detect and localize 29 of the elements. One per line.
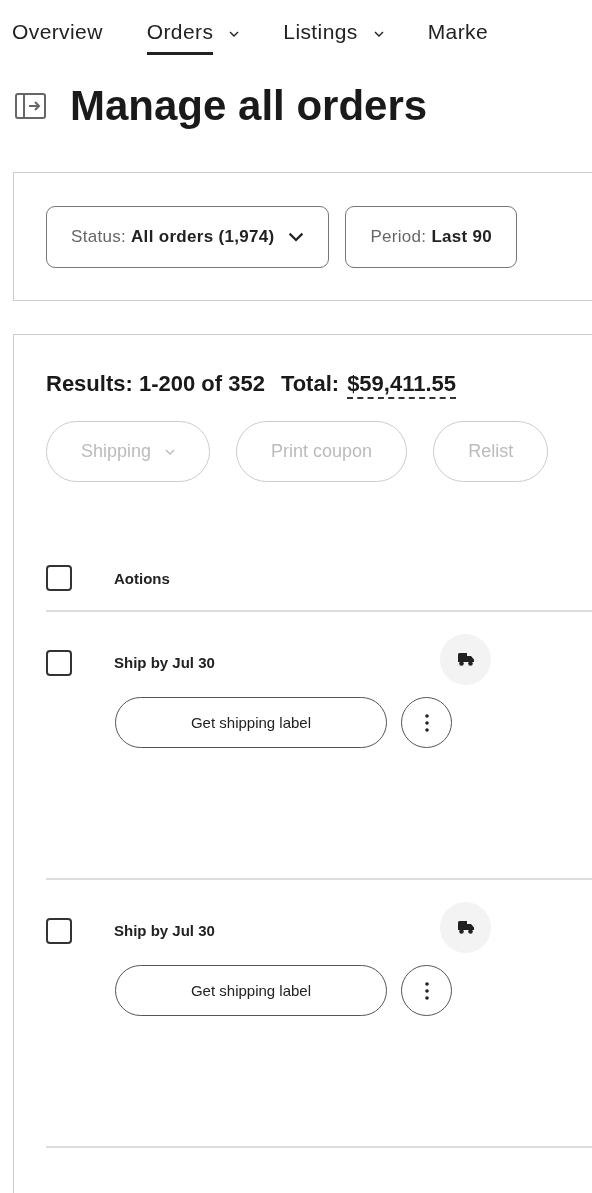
filter-dropdown[interactable]: Period: Last 90 xyxy=(345,206,518,268)
chevron-down-icon xyxy=(373,31,384,37)
page-title: Manage all orders xyxy=(70,82,428,130)
chevron-down-icon xyxy=(288,232,305,242)
nav-tab[interactable]: Marke xyxy=(427,14,489,54)
chevron-down-icon xyxy=(229,31,240,37)
ship-by-date: Ship by Jul 30 xyxy=(114,654,216,671)
more-vertical-icon xyxy=(424,981,429,1000)
chevron-down-icon xyxy=(165,448,176,455)
results-count: Results: 1-200 of 352 xyxy=(46,371,265,397)
checkbox[interactable] xyxy=(46,565,72,591)
ship-by-date: Ship by Jul 30 xyxy=(114,922,216,939)
get-shipping-label-button[interactable]: Get shipping label xyxy=(115,965,387,1016)
sidebar-toggle-icon[interactable] xyxy=(15,93,46,119)
get-shipping-label-button[interactable]: Get shipping label xyxy=(115,697,387,748)
nav-tab[interactable]: Orders xyxy=(146,14,240,54)
nav-tab[interactable]: Listings xyxy=(283,14,384,54)
checkbox[interactable] xyxy=(46,649,72,676)
column-header: Aotions xyxy=(114,569,170,587)
filter-dropdown[interactable]: Status: All orders (1,974) xyxy=(46,206,330,268)
nav-tab[interactable]: Overview xyxy=(12,14,103,54)
checkbox[interactable] xyxy=(46,917,72,944)
total-amount[interactable]: $59,411.55 xyxy=(347,371,457,399)
total-label: Total: xyxy=(280,371,340,397)
more-vertical-icon xyxy=(424,713,429,732)
more-options-button[interactable] xyxy=(401,965,452,1016)
truck-icon xyxy=(456,920,475,935)
truck-icon xyxy=(456,652,475,667)
more-options-button[interactable] xyxy=(401,697,452,748)
